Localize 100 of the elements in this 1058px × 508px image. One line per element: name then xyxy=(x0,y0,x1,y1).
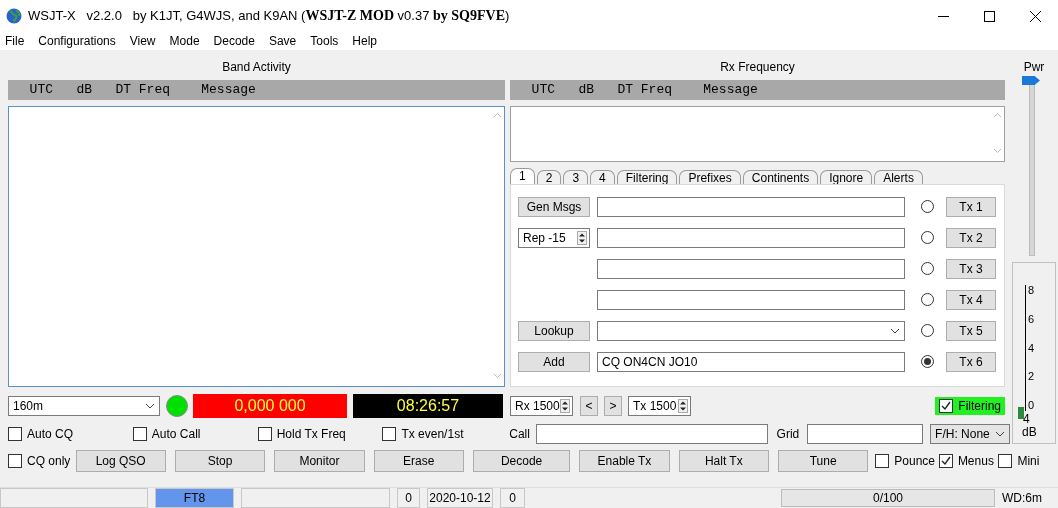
checkbox-label: Menus xyxy=(957,454,994,468)
menu-item[interactable]: View xyxy=(128,32,163,50)
chevron-down-icon xyxy=(145,403,155,409)
scale-label: 8 xyxy=(1027,285,1035,296)
checkbox[interactable] xyxy=(875,454,890,468)
rx-spinbox[interactable]: Rx 1500 xyxy=(510,396,573,416)
tab[interactable]: 3 xyxy=(563,170,589,184)
report-spinbox[interactable]: Rep -15 xyxy=(518,227,590,248)
check-icon xyxy=(939,455,952,467)
scale-label: 4 xyxy=(1027,342,1035,354)
checkbox-label: CQ only xyxy=(27,454,71,468)
status-count: 0 xyxy=(500,488,525,508)
close-icon xyxy=(1029,10,1041,22)
tx-button[interactable]: Tx 2 xyxy=(946,227,996,248)
action-button[interactable]: Add xyxy=(518,351,590,372)
meter-reading: 4 xyxy=(1023,413,1030,426)
menu-item[interactable]: Help xyxy=(351,32,384,50)
menu-item[interactable]: Configurations xyxy=(37,32,123,50)
spin-arrows-icon[interactable] xyxy=(678,399,688,413)
tab[interactable]: Ignore xyxy=(820,170,873,184)
column-header: UTC dB DT Freq Message xyxy=(510,80,1005,100)
tx-button[interactable]: Tx 5 xyxy=(946,320,996,341)
tx-button[interactable]: Tx 3 xyxy=(946,258,996,279)
menu-item[interactable]: Tools xyxy=(309,32,346,50)
action-button[interactable]: Gen Msgs xyxy=(518,196,590,217)
checkbox[interactable] xyxy=(382,427,397,441)
message-field[interactable] xyxy=(597,320,905,341)
message-field[interactable] xyxy=(597,227,905,248)
tx-spinbox[interactable]: Tx 1500 xyxy=(628,396,691,416)
control-button[interactable]: Monitor xyxy=(274,450,365,472)
globe-icon xyxy=(6,8,22,24)
tab[interactable]: 4 xyxy=(590,170,615,184)
checkbox-label: Auto Call xyxy=(151,427,201,441)
fh-select[interactable]: F/H: None xyxy=(930,424,1010,444)
clock-display: 08:26:57 xyxy=(353,394,503,418)
slider-thumb[interactable] xyxy=(1022,76,1040,85)
tab[interactable]: Alerts xyxy=(874,170,923,184)
tx-button[interactable]: Tx 1 xyxy=(946,196,996,217)
rx-frequency-list[interactable] xyxy=(510,106,1005,162)
checkbox[interactable] xyxy=(938,454,953,468)
checkbox[interactable] xyxy=(939,399,954,413)
column-header: UTC dB DT Freq Message xyxy=(8,80,505,100)
status-date: 2020-10-12 xyxy=(427,488,493,508)
message-field[interactable] xyxy=(597,289,905,310)
scale-label: 2 xyxy=(1027,371,1035,383)
tab[interactable]: Filtering xyxy=(616,170,678,184)
control-button[interactable]: Enable Tx xyxy=(579,450,670,472)
checkbox-label: Filtering xyxy=(958,399,1001,413)
power-label: Pwr xyxy=(1023,60,1045,74)
previous-button[interactable]: < xyxy=(580,396,598,416)
control-button[interactable]: Stop xyxy=(174,450,266,472)
tx-button[interactable]: Tx 4 xyxy=(946,289,996,310)
watchdog-text: WD:6m xyxy=(1002,491,1042,505)
checkbox[interactable] xyxy=(132,427,147,441)
tab[interactable]: Continents xyxy=(742,170,819,184)
filter-toggle[interactable]: Filtering xyxy=(935,397,1005,415)
tab[interactable]: Prefixes xyxy=(679,170,741,184)
menu-item[interactable]: Mode xyxy=(168,32,207,50)
check-icon xyxy=(940,400,953,412)
message-field[interactable] xyxy=(597,258,905,279)
frequency-display: 0,000 000 xyxy=(193,394,347,418)
menu-item[interactable]: Save xyxy=(267,32,304,50)
checkbox-label: Mini xyxy=(1017,454,1040,468)
status-count: 0 xyxy=(397,488,420,508)
control-button[interactable]: Halt Tx xyxy=(678,450,769,472)
tab[interactable]: 1 xyxy=(510,168,535,184)
checkbox[interactable] xyxy=(998,454,1013,468)
control-button[interactable]: Decode xyxy=(472,450,571,472)
spin-arrows-icon[interactable] xyxy=(577,230,587,245)
menu-item[interactable]: File xyxy=(4,32,32,50)
checkbox[interactable] xyxy=(8,427,22,441)
tx-button[interactable]: Tx 6 xyxy=(946,351,996,372)
control-button[interactable]: Erase xyxy=(373,450,464,472)
progress-text: 0/100 xyxy=(873,491,903,505)
checkbox-label: Pounce xyxy=(894,454,936,468)
mode-indicator: FT8 xyxy=(155,488,234,508)
power-slider[interactable] xyxy=(1022,76,1040,256)
control-button[interactable]: Log QSO xyxy=(75,450,166,472)
band-select[interactable]: 160m xyxy=(8,396,160,416)
checkbox[interactable] xyxy=(8,454,22,468)
minimize-icon xyxy=(937,15,949,17)
message-field[interactable] xyxy=(597,196,905,217)
chevron-down-icon xyxy=(995,431,1005,437)
call-field[interactable] xyxy=(535,424,768,444)
tab[interactable]: 2 xyxy=(536,170,562,184)
window-title: WSJT-X v2.2.0 by K1JT, G4WJS, and K9AN (WSJT-Z MOD v0.37 by SQ9FVE) xyxy=(28,8,511,24)
spin-arrows-icon[interactable] xyxy=(560,399,570,413)
checkbox-label: Hold Tx Freq xyxy=(276,427,346,441)
checkbox[interactable] xyxy=(257,427,272,441)
meter-unit: dB xyxy=(1022,426,1037,439)
maximize-icon xyxy=(983,10,995,22)
scale-label: 0 xyxy=(1027,400,1035,411)
menu-item[interactable]: Decode xyxy=(212,32,262,50)
next-button[interactable]: > xyxy=(604,396,622,416)
field-label: Call xyxy=(509,427,530,441)
action-button[interactable]: Lookup xyxy=(518,320,590,341)
grid-field[interactable] xyxy=(807,424,924,444)
control-button[interactable]: Tune xyxy=(778,450,869,472)
message-field[interactable]: CQ ON4CN JO10 xyxy=(597,351,905,372)
scale-label: 6 xyxy=(1027,313,1035,325)
